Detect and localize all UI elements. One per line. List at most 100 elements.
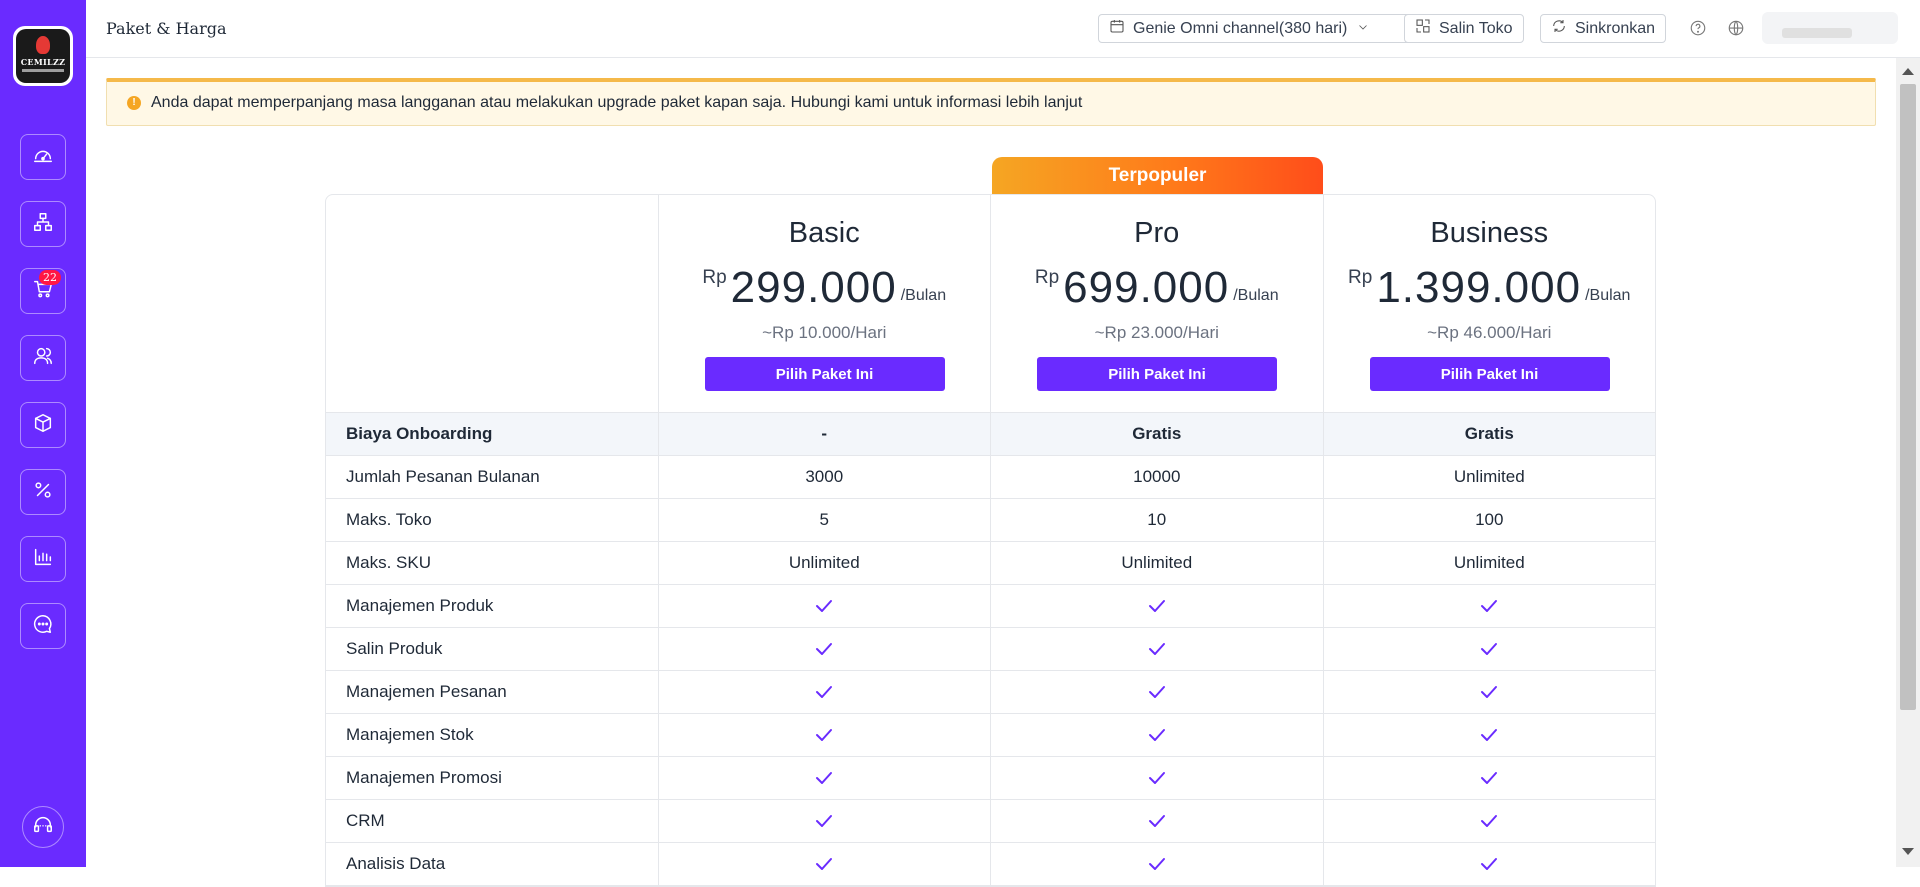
copy-store-button[interactable]: Salin Toko — [1404, 14, 1524, 43]
calendar-icon — [1109, 18, 1133, 39]
check-icon — [1479, 641, 1499, 657]
check-icon — [1147, 856, 1167, 872]
feature-cell — [1322, 628, 1656, 670]
feature-cell — [990, 628, 1323, 670]
plan-name: Business — [1430, 217, 1549, 249]
sidebar-item-promotions[interactable] — [20, 469, 66, 515]
plans-header-row: Basic Rp 299.000 /Bulan ~Rp 10.000/Hari … — [326, 195, 1655, 413]
check-icon — [1479, 727, 1499, 743]
feature-cell — [990, 714, 1323, 756]
feature-name: CRM — [346, 811, 385, 830]
support-button[interactable] — [22, 806, 64, 848]
feature-cell — [1322, 714, 1656, 756]
info-notice: ! Anda dapat memperpanjang masa langgana… — [106, 78, 1876, 126]
check-icon — [1479, 813, 1499, 829]
plan-daily-price: ~Rp 46.000/Hari — [1427, 323, 1552, 342]
table-row: Analisis Data — [326, 843, 1655, 886]
org-chart-icon — [32, 211, 54, 238]
feature-value: Unlimited — [1322, 542, 1656, 584]
bar-chart-icon — [32, 546, 54, 573]
user-profile[interactable] — [1762, 12, 1898, 44]
help-icon[interactable] — [1689, 19, 1707, 37]
feature-cell — [657, 714, 991, 756]
feature-rows: Biaya Onboarding - Gratis Gratis Jumlah Pesa… — [326, 413, 1655, 886]
check-icon — [814, 598, 834, 614]
table-row: Biaya Onboarding - Gratis Gratis — [326, 413, 1655, 456]
feature-value: 10 — [990, 499, 1323, 541]
sidebar-item-customers[interactable] — [20, 335, 66, 381]
price-period: /Bulan — [900, 287, 947, 304]
popular-ribbon: Terpopuler — [992, 157, 1323, 195]
top-header: Paket & Harga Genie Omni channel(380 har… — [86, 0, 1920, 58]
table-row: Manajemen Stok — [326, 714, 1655, 757]
feature-value: Unlimited — [990, 542, 1323, 584]
sidebar: CEMILZZ 22 — [0, 0, 86, 867]
table-row: Jumlah Pesanan Bulanan 3000 10000 Unlimited — [326, 456, 1655, 499]
box-icon — [32, 412, 54, 439]
page-title: Paket & Harga — [106, 19, 227, 38]
notice-text: Anda dapat memperpanjang masa langganan … — [151, 94, 1083, 111]
feature-cell — [1322, 671, 1656, 713]
globe-icon[interactable] — [1727, 19, 1745, 37]
check-icon — [814, 856, 834, 872]
sidebar-item-products[interactable] — [20, 402, 66, 448]
feature-name: Manajemen Produk — [346, 596, 494, 615]
scroll-thumb[interactable] — [1900, 84, 1916, 710]
sidebar-item-chat[interactable] — [20, 603, 66, 649]
choose-business-button[interactable]: Pilih Paket Ini — [1369, 357, 1610, 391]
scroll-up-arrow[interactable] — [1902, 68, 1914, 75]
feature-name: Manajemen Stok — [346, 725, 474, 744]
feature-name: Jumlah Pesanan Bulanan — [346, 467, 540, 486]
feature-name: Analisis Data — [346, 854, 446, 873]
pricing-table: Basic Rp 299.000 /Bulan ~Rp 10.000/Hari … — [325, 194, 1656, 887]
feature-value: Unlimited — [1322, 456, 1656, 498]
feature-cell — [657, 671, 991, 713]
feature-cell — [990, 800, 1323, 842]
dashboard-icon — [32, 144, 54, 171]
feature-cell — [990, 671, 1323, 713]
sidebar-item-dashboard[interactable] — [20, 134, 66, 180]
brand-logo[interactable]: CEMILZZ — [13, 26, 73, 86]
sidebar-item-orders[interactable]: 22 — [20, 268, 66, 314]
plan-daily-price: ~Rp 23.000/Hari — [1094, 323, 1219, 342]
plan-price: Rp 299.000 /Bulan — [659, 265, 991, 311]
feature-value: 100 — [1322, 499, 1656, 541]
feature-cell — [1322, 800, 1656, 842]
sidebar-item-organization[interactable] — [20, 201, 66, 247]
percent-icon — [32, 479, 54, 506]
table-row: Manajemen Pesanan — [326, 671, 1655, 714]
copy-store-label: Salin Toko — [1439, 19, 1513, 37]
refresh-icon — [1551, 18, 1575, 39]
check-icon — [1147, 641, 1167, 657]
logo-text: CEMILZZ — [20, 57, 66, 67]
price-period: /Bulan — [1233, 287, 1279, 304]
sync-button[interactable]: Sinkronkan — [1540, 14, 1667, 43]
feature-name: Manajemen Promosi — [346, 768, 502, 787]
check-icon — [1147, 770, 1167, 786]
price-amount: 699.000 — [1063, 263, 1230, 312]
feature-value: - — [657, 413, 991, 455]
feature-name: Salin Produk — [346, 639, 443, 658]
plan-pro: Pro Rp 699.000 /Bulan ~Rp 23.000/Hari Pi… — [990, 195, 1323, 412]
sidebar-item-analytics[interactable] — [20, 536, 66, 582]
users-icon — [32, 345, 54, 372]
plan-price: Rp 1.399.000 /Bulan — [1324, 265, 1656, 311]
price-currency: Rp — [702, 267, 727, 288]
info-icon: ! — [127, 96, 141, 110]
table-row: Manajemen Produk — [326, 585, 1655, 628]
store-selector-value: Genie Omni channel(380 hari) — [1133, 19, 1348, 37]
check-icon — [1479, 684, 1499, 700]
copy-store-icon — [1415, 18, 1439, 39]
feature-cell — [657, 843, 991, 885]
feature-value: 3000 — [657, 456, 991, 498]
scroll-down-arrow[interactable] — [1902, 848, 1914, 855]
price-period: /Bulan — [1585, 287, 1631, 304]
plan-name: Basic — [788, 217, 860, 249]
feature-header-empty — [326, 195, 658, 412]
page-scrollbar[interactable] — [1896, 58, 1920, 867]
choose-basic-button[interactable]: Pilih Paket Ini — [704, 357, 945, 391]
choose-pro-button[interactable]: Pilih Paket Ini — [1037, 357, 1277, 391]
check-icon — [814, 813, 834, 829]
chevron-down-icon — [1347, 20, 1369, 38]
flame-icon — [36, 36, 50, 54]
